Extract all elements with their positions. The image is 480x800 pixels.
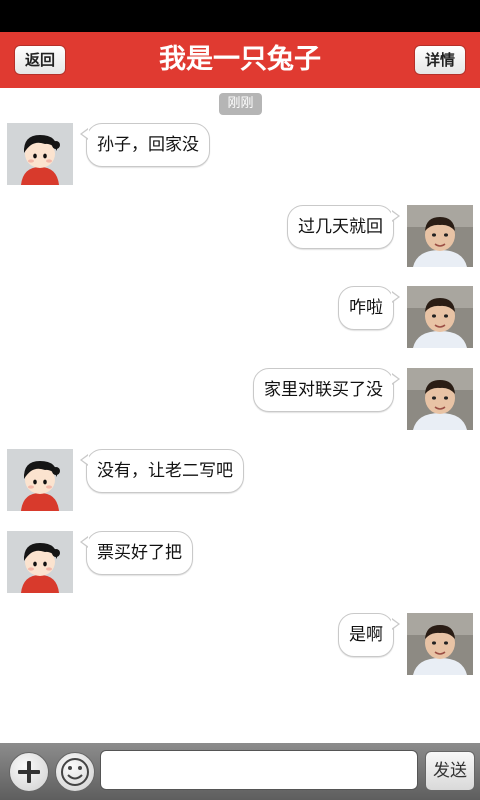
status-bar (0, 0, 480, 32)
timestamp-chip: 刚刚 (219, 93, 262, 115)
message-bubble[interactable]: 过几天就回 (287, 205, 400, 249)
back-button[interactable]: 返回 (14, 45, 67, 75)
child-photo-avatar[interactable] (407, 205, 473, 267)
message-row: 票买好了把 (0, 531, 480, 595)
message-row: 没有，让老二写吧 (0, 449, 480, 513)
message-row: 咋啦 (0, 286, 480, 350)
message-row: 孙子，回家没 (0, 123, 480, 187)
send-button[interactable]: 发送 (425, 751, 475, 791)
composer-bar: 发送 (0, 743, 480, 800)
chat-header: 返回 我是一只兔子 详情 (0, 32, 480, 88)
message-input[interactable] (100, 750, 418, 790)
message-row: 过几天就回 (0, 205, 480, 269)
message-list[interactable]: 刚刚 孙子，回家没 过几天就回 咋啦 家里对联买了没 没有，让老二写吧 票买好了… (0, 88, 480, 743)
smiley-icon (61, 758, 89, 786)
page-title: 我是一只兔子 (159, 44, 321, 75)
details-button[interactable]: 详情 (413, 45, 466, 75)
message-bubble[interactable]: 孙子，回家没 (80, 123, 210, 167)
message-bubble[interactable]: 没有，让老二写吧 (80, 449, 244, 493)
message-bubble[interactable]: 票买好了把 (80, 531, 193, 575)
message-row: 是啊 (0, 613, 480, 677)
child-photo-avatar[interactable] (407, 368, 473, 430)
add-button[interactable] (9, 752, 49, 792)
emoji-button[interactable] (55, 752, 95, 792)
cartoon-boy-avatar[interactable] (7, 449, 73, 511)
child-photo-avatar[interactable] (407, 286, 473, 348)
message-bubble[interactable]: 咋啦 (338, 286, 400, 330)
plus-icon (18, 761, 40, 783)
cartoon-boy-avatar[interactable] (7, 123, 73, 185)
message-bubble[interactable]: 家里对联买了没 (253, 368, 400, 412)
cartoon-boy-avatar[interactable] (7, 531, 73, 593)
message-bubble[interactable]: 是啊 (338, 613, 400, 657)
child-photo-avatar[interactable] (407, 613, 473, 675)
message-row: 家里对联买了没 (0, 368, 480, 432)
